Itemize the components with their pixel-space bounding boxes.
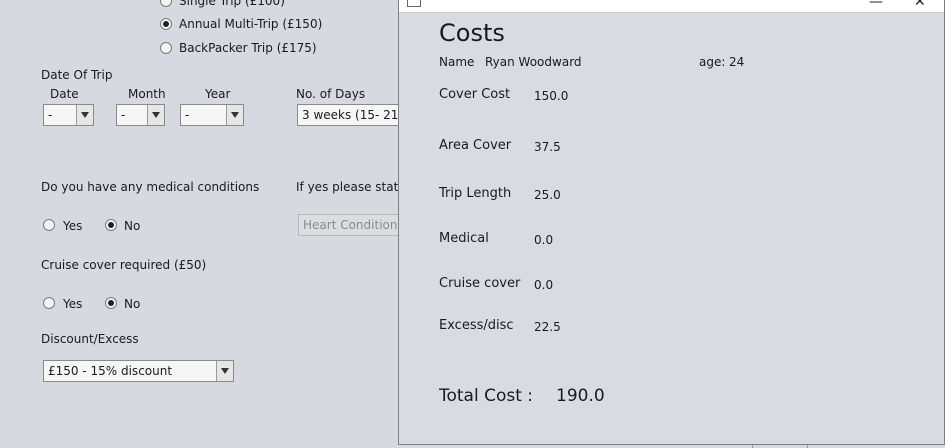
date-of-trip-label: Date Of Trip	[41, 68, 113, 82]
total-cost-value: 190.0	[556, 386, 605, 406]
minimize-icon[interactable]: —	[869, 0, 883, 10]
date-label: Date	[50, 87, 79, 101]
area-cover-label: Area Cover	[439, 138, 512, 153]
days-select[interactable]: 3 weeks (15- 21 Days)	[297, 104, 437, 126]
name-label: Name	[439, 55, 475, 69]
medical-yes-radio[interactable]	[43, 219, 55, 231]
cruise-no-label: No	[124, 297, 141, 311]
medical-no-radio[interactable]	[105, 219, 117, 231]
year-label: Year	[205, 87, 231, 101]
medical-yes-label: Yes	[63, 219, 83, 233]
discount-select[interactable]: £150 - 15% discount	[43, 360, 234, 382]
medical-cost-value: 0.0	[534, 233, 554, 247]
chevron-down-icon[interactable]	[216, 361, 233, 381]
chevron-down-icon[interactable]	[226, 105, 243, 125]
cruise-yes-radio[interactable]	[43, 297, 55, 309]
total-cost-label: Total Cost :	[439, 386, 534, 406]
medical-question: Do you have any medical conditions	[41, 180, 260, 194]
excess-disc-value: 22.5	[534, 320, 561, 334]
name-value: Ryan Woodward	[485, 55, 582, 69]
date-select[interactable]: -	[43, 104, 94, 126]
cruise-no-radio[interactable]	[105, 297, 117, 309]
trip-length-label: Trip Length	[439, 186, 512, 201]
no-of-days-label: No. of Days	[296, 87, 366, 101]
costs-titlebar: — ✕	[399, 0, 944, 13]
chevron-down-icon[interactable]	[76, 105, 93, 125]
cruise-cover-label: Cruise cover	[439, 276, 521, 291]
annual-multi-trip-label: Annual Multi-Trip (£150)	[179, 17, 323, 31]
single-trip-label: Single Trip (£100)	[179, 0, 285, 8]
radio-annual-multi-trip[interactable]	[160, 18, 172, 30]
age-value: 24	[729, 55, 745, 69]
costs-title: Costs	[439, 19, 505, 47]
window-app-icon	[407, 0, 421, 7]
radio-single-trip[interactable]	[160, 0, 172, 7]
trip-length-value: 25.0	[534, 188, 561, 202]
cruise-yes-label: Yes	[63, 297, 83, 311]
excess-disc-label: Excess/disc	[439, 318, 514, 333]
medical-condition-field: Heart Condition (	[298, 214, 408, 236]
medical-state-label: If yes please state	[296, 180, 406, 194]
backpacker-trip-label: BackPacker Trip (£175)	[179, 41, 317, 55]
medical-no-label: No	[124, 219, 141, 233]
medical-cost-label: Medical	[439, 231, 489, 246]
year-select-value: -	[185, 108, 190, 122]
month-select-value: -	[121, 108, 126, 122]
month-select[interactable]: -	[116, 104, 165, 126]
cover-cost-value: 150.0	[534, 89, 569, 103]
cover-cost-label: Cover Cost	[439, 87, 511, 102]
close-icon[interactable]: ✕	[914, 0, 926, 10]
date-select-value: -	[48, 108, 53, 122]
cruise-cover-value: 0.0	[534, 278, 554, 292]
discount-select-value: £150 - 15% discount	[48, 364, 173, 378]
chevron-down-icon[interactable]	[147, 105, 164, 125]
year-select[interactable]: -	[180, 104, 244, 126]
radio-backpacker-trip[interactable]	[160, 42, 172, 54]
area-cover-value: 37.5	[534, 140, 561, 154]
costs-window: — ✕ Costs Name Ryan Woodward age: 24 Cov…	[398, 0, 945, 445]
month-label: Month	[128, 87, 166, 101]
cruise-question: Cruise cover required (£50)	[41, 258, 207, 272]
discount-label: Discount/Excess	[41, 332, 139, 346]
age-label: age:	[699, 55, 726, 69]
